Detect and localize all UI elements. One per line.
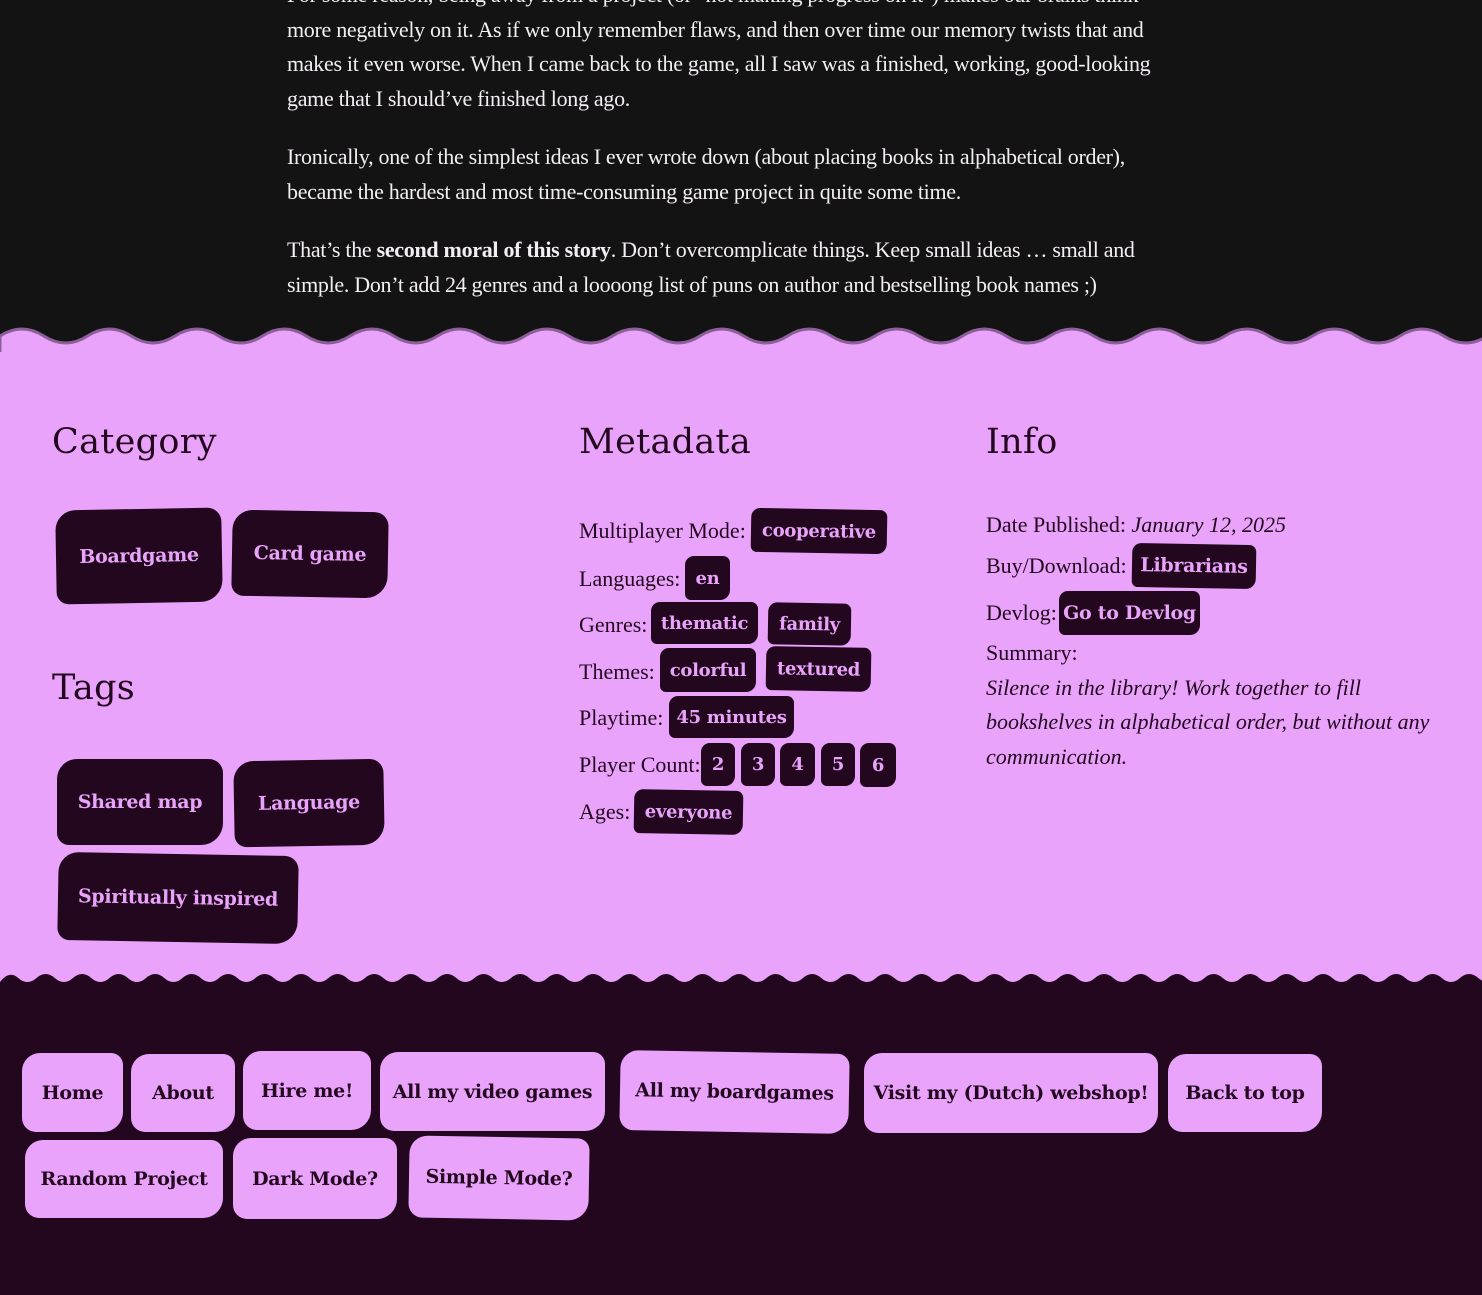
player-count-2[interactable]: 2	[701, 743, 735, 786]
nav-dark-mode[interactable]: Dark Mode?	[233, 1138, 397, 1219]
nav-hire-me[interactable]: Hire me!	[243, 1051, 371, 1130]
ages-everyone[interactable]: everyone	[633, 789, 744, 835]
player-count-4[interactable]: 4	[780, 743, 815, 786]
playtime-label: Playtime:	[579, 705, 664, 730]
category-title: Category	[52, 422, 217, 462]
article-paragraph-2: Ironically, one of the simplest ideas I …	[287, 144, 1125, 204]
buy-librarians-link[interactable]: Librarians	[1131, 542, 1257, 590]
nav-boardgames[interactable]: All my boardgames	[619, 1050, 850, 1134]
player-count-6[interactable]: 6	[860, 743, 896, 787]
article-section: For some reason, being away from a proje…	[0, 0, 1482, 360]
wave-divider-bottom	[0, 974, 1482, 996]
theme-textured[interactable]: textured	[765, 646, 872, 692]
tag-language[interactable]: Language	[233, 758, 385, 848]
date-published: Date Published: January 12, 2025	[986, 512, 1286, 538]
summary-line-3: communication.	[986, 744, 1128, 769]
tag-shared-map[interactable]: Shared map	[57, 759, 223, 845]
nav-about[interactable]: About	[131, 1054, 235, 1132]
category-boardgame[interactable]: Boardgame	[55, 507, 223, 605]
player-count-3[interactable]: 3	[741, 743, 775, 786]
category-card-game[interactable]: Card game	[231, 509, 389, 599]
language-en[interactable]: en	[685, 556, 730, 600]
date-label: Date Published:	[986, 512, 1126, 537]
article-paragraph-1: For some reason, being away from a proje…	[287, 0, 1151, 111]
nav-home[interactable]: Home	[22, 1053, 123, 1132]
genres-label: Genres:	[579, 612, 648, 637]
ages-label: Ages:	[579, 799, 631, 824]
themes-label: Themes:	[579, 659, 655, 684]
summary-line-2: bookshelves in alphabetical order, but w…	[986, 709, 1430, 734]
metadata-section: Category Boardgame Card game Tags Shared…	[0, 352, 1482, 988]
multiplayer-label: Multiplayer Mode:	[579, 518, 746, 543]
genre-family[interactable]: family	[767, 602, 852, 646]
playtime-value[interactable]: 45 minutes	[669, 696, 794, 738]
article-bold-text: second moral of this story	[376, 237, 611, 262]
article-text: That’s the	[287, 237, 377, 262]
tag-spiritually-inspired[interactable]: Spiritually inspired	[57, 851, 299, 945]
devlog-link[interactable]: Go to Devlog	[1059, 591, 1200, 635]
summary-label: Summary:	[986, 640, 1078, 665]
nav-video-games[interactable]: All my video games	[380, 1052, 605, 1131]
genre-thematic[interactable]: thematic	[651, 602, 758, 644]
multiplayer-cooperative[interactable]: cooperative	[750, 507, 888, 555]
metadata-title: Metadata	[579, 422, 752, 462]
article-paragraph-3: That’s the second moral of this story. D…	[287, 233, 1167, 302]
nav-simple-mode[interactable]: Simple Mode?	[408, 1135, 590, 1221]
article-body: For some reason, being away from a proje…	[287, 0, 1167, 326]
date-value: January 12, 2025	[1131, 512, 1287, 537]
nav-random-project[interactable]: Random Project	[25, 1140, 223, 1218]
info-title: Info	[986, 422, 1058, 462]
nav-back-to-top[interactable]: Back to top	[1168, 1054, 1322, 1132]
devlog-label: Devlog:	[986, 600, 1057, 625]
theme-colorful[interactable]: colorful	[660, 648, 756, 692]
buy-label: Buy/Download:	[986, 553, 1127, 578]
tags-title: Tags	[52, 668, 136, 708]
nav-webshop[interactable]: Visit my (Dutch) webshop!	[864, 1053, 1158, 1133]
player-count-5[interactable]: 5	[821, 743, 855, 786]
summary-line-1: Silence in the library! Work together to…	[986, 675, 1361, 700]
player-count-label: Player Count:	[579, 752, 701, 777]
languages-label: Languages:	[579, 566, 681, 591]
